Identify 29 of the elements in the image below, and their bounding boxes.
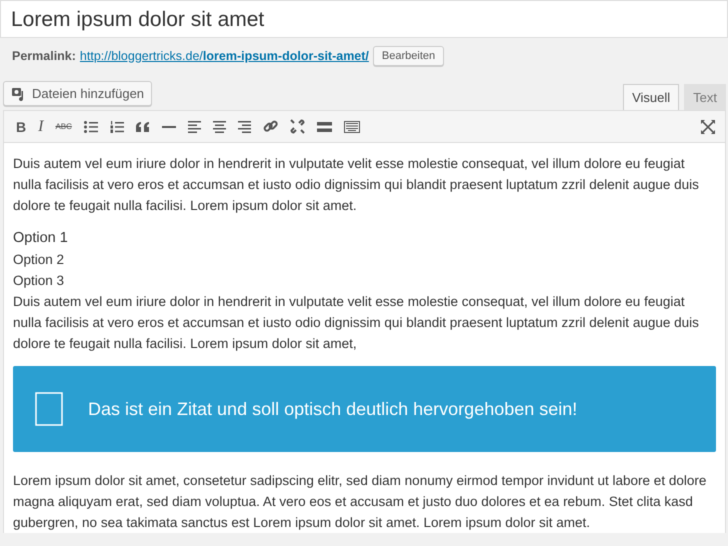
numbered-list-icon[interactable] (110, 120, 124, 132)
strikethrough-button[interactable]: ABC (55, 122, 72, 131)
blockquote-icon[interactable] (136, 122, 150, 132)
bold-button[interactable]: B (16, 118, 26, 134)
keyboard-icon[interactable] (344, 120, 360, 132)
horizontal-line-icon[interactable] (162, 126, 176, 128)
body-line: Option 1 (13, 229, 69, 248)
permalink-link[interactable]: http://bloggertricks.de/lorem-ipsum-dolor-sit-amet/ (80, 49, 369, 63)
body-paragraph: Lorem ipsum dolor sit amet, consetetur sadipscing elitr, sed diam nonumy eirmod tempor invidunt ut labore et dolore magna aliquyam erat, sed diam voluptua. At vero eos et accusam et justo duo dolores et ea rebum. Stet clita kasd gubergren, no sea takimata sanctus est Lorem ipsum dolor sit amet. Lorem ipsum dolor sit amet. (13, 472, 708, 532)
body-line: Option 3 (13, 272, 66, 290)
post-title-field[interactable]: Lorem ipsum dolor sit amet (0, 0, 728, 38)
read-more-icon[interactable] (316, 122, 332, 132)
align-left-icon[interactable] (188, 120, 201, 132)
editor-tab[interactable]: Visuell (623, 84, 680, 110)
unlink-icon[interactable] (290, 119, 305, 134)
edit-button[interactable]: Bearbeiten (372, 46, 444, 66)
bulleted-list-icon[interactable] (84, 120, 98, 132)
fullscreen-icon[interactable] (701, 120, 715, 134)
align-center-icon[interactable] (212, 120, 226, 132)
body-line: Duis autem vel eum iriure dolor in hendrerit in vulputate velit esse molestie consequat, vel illum dolore eu feugiat nulla facilisis at vero eros et accumsan et iusto odio dignissim qui blandit praesent luptatum zzril delenit augue duis dolore te feugait nulla facilisi. Lorem ipsum dolor sit amet, (13, 293, 700, 353)
body-line: Option 2 (13, 251, 66, 269)
align-right-icon[interactable] (238, 120, 251, 132)
add-media-button[interactable]: Dateien hinzufügen (3, 81, 152, 106)
missing-glyph-icon (35, 392, 63, 426)
italic-button[interactable]: I (38, 118, 44, 136)
quote-text: Das ist ein Zitat und soll optisch deutlich hervorgehoben sein! (88, 398, 578, 420)
body-paragraph: Duis autem vel eum iriure dolor in hendrerit in vulputate velit esse molestie consequat, vel illum dolore eu feugiat nulla facilisis at vero eros et accumsan et iusto odio dignissim qui blandit praesent luptatum zzril delenit augue duis dolore te feugait nulla facilisi. Lorem ipsum dolor sit amet. (13, 155, 700, 215)
link-icon[interactable] (262, 119, 278, 134)
permalink-label: Permalink: (12, 49, 76, 63)
